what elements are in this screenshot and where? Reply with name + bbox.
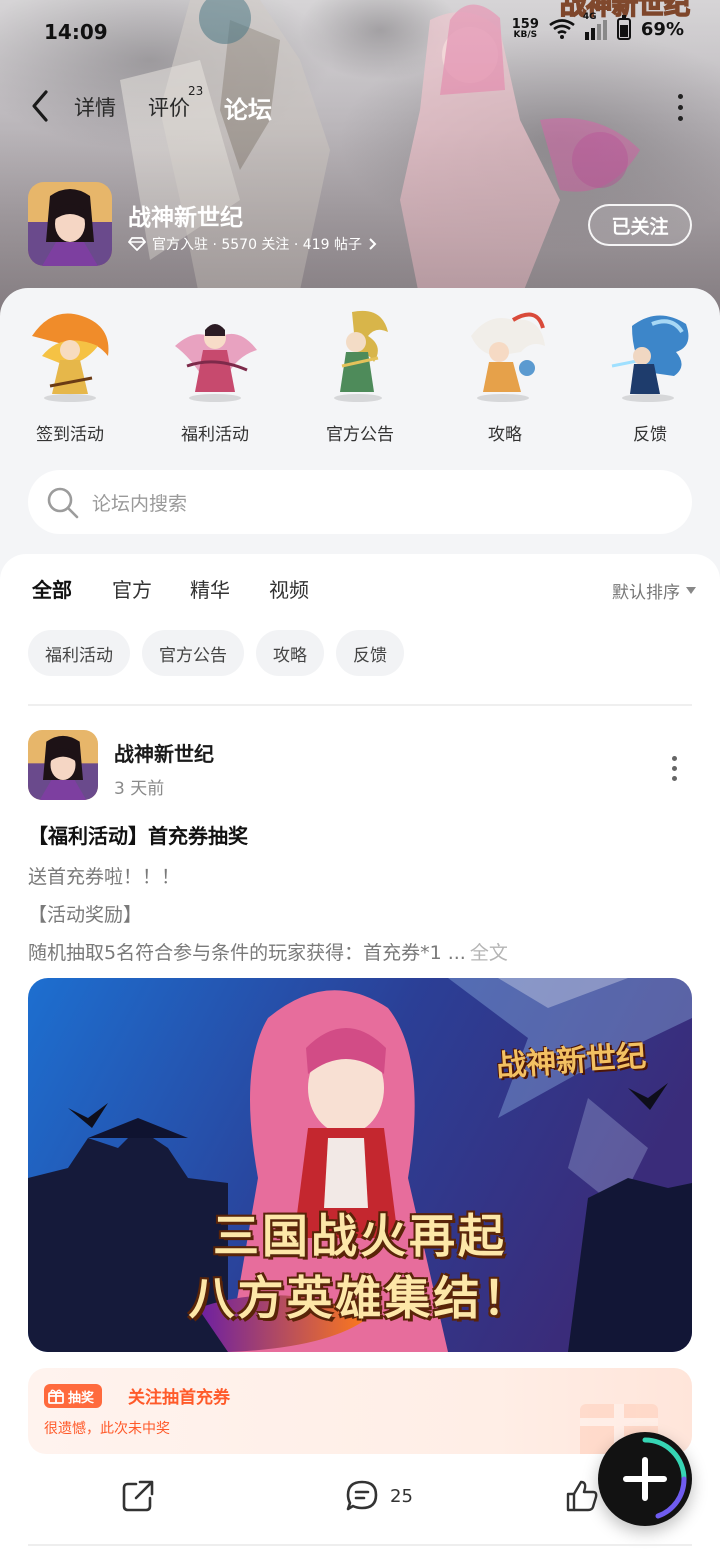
post-more-icon[interactable] [670,756,678,781]
battery-level: 69% [640,18,684,40]
comment-count: 25 [390,1485,413,1507]
thumbs-up-icon [566,1480,598,1512]
tab-forum[interactable]: 论坛 [224,90,272,131]
top-nav: 详情 评价 23 论坛 [0,80,720,132]
wifi-icon [549,19,575,39]
like-button[interactable] [564,1478,600,1514]
net-speed: 159 KB/S [511,17,539,40]
game-meta-text: 官方入驻 · 5570 关注 · 419 帖子 [152,237,362,253]
category-guides[interactable]: 攻略 [435,306,575,445]
banner-headline-2: 八方英雄集结！ [188,1271,532,1325]
chip-guides[interactable]: 攻略 [256,630,324,676]
game-title: 战神新世纪 [128,205,243,231]
tab-details[interactable]: 详情 [74,92,116,122]
reviews-count-badge: 23 [188,84,204,98]
category-label: 签到活动 [36,425,104,445]
lottery-title: 关注抽首充券 [128,1388,230,1408]
status-time: 14:09 [44,20,108,44]
create-post-button[interactable] [598,1432,692,1526]
category-feedback[interactable]: 反馈 [580,306,720,445]
plus-icon [623,1437,687,1519]
lottery-tag: 抽奖 [44,1384,103,1408]
feed-tab-featured[interactable]: 精华 [190,574,230,603]
divider [28,1544,692,1546]
comment-button[interactable]: 25 [344,1478,413,1514]
category-welfare[interactable]: 福利活动 [145,306,285,445]
blue-dragon-icon [611,315,689,402]
chip-feedback[interactable]: 反馈 [336,630,404,676]
category-label: 官方公告 [326,425,394,445]
white-beast-icon [471,312,545,402]
post-body-line: 送首充券啦！！！ [28,866,181,888]
banner-headline-1: 三国战火再起 [213,1209,507,1263]
avatar[interactable] [28,730,98,800]
game-icon[interactable] [28,182,112,266]
diamond-icon [128,237,146,251]
topic-chips: 福利活动 官方公告 攻略 反馈 [28,630,404,676]
back-icon[interactable] [26,88,56,124]
category-label: 攻略 [488,425,522,445]
post-actions: 25 [28,1478,692,1528]
gift-icon [48,1389,64,1404]
game-info: 战神新世纪 官方入驻 · 5570 关注 · 419 帖子 已关注 [28,182,692,268]
feed-tab-official[interactable]: 官方 [112,574,152,603]
read-more-link[interactable]: 全文 [470,942,508,964]
more-options-icon[interactable] [676,94,684,121]
tab-reviews[interactable]: 评价 [148,92,190,122]
lottery-result: 很遗憾，此次未中奖 [44,1421,170,1437]
post-body-line: 【活动奖励】 [28,904,143,926]
feed-tab-all[interactable]: 全部 [32,574,72,607]
dragon-warrior-icon [334,310,388,402]
sort-label: 默认排序 [612,583,680,603]
battery-icon [616,15,631,40]
header-hero: 战神新世纪 14:09 159 KB/S 4G 69% [0,0,720,320]
forum-feed: 全部 官方 精华 视频 默认排序 福利活动 官方公告 攻略 反馈 战神新世纪 3… [0,554,720,1560]
caret-down-icon [686,587,696,594]
divider [28,704,692,706]
category-label: 反馈 [633,425,667,445]
category-label: 福利活动 [181,425,249,445]
game-stats[interactable]: 官方入驻 · 5570 关注 · 419 帖子 [128,234,378,254]
share-icon [122,1480,154,1512]
category-announcements[interactable]: 官方公告 [290,306,430,445]
category-checkin[interactable]: 签到活动 [0,306,140,445]
post-body-line: 随机抽取5名符合参与条件的玩家获得：首充券*1 ... 全文 [28,942,508,964]
search-input[interactable]: 论坛内搜索 [92,489,187,516]
main-panel: 签到活动 福利活动 官方公告 攻略 反馈 论坛内搜索 全部 官方 精华 视频 默… [0,288,720,1560]
lottery-card[interactable]: 抽奖 关注抽首充券 很遗憾，此次未中奖 [28,1368,692,1454]
follow-button[interactable]: 已关注 [588,204,692,246]
post-time: 3 天前 [114,779,165,799]
chevron-right-icon [369,238,377,250]
chip-announcements[interactable]: 官方公告 [142,630,244,676]
chip-welfare[interactable]: 福利活动 [28,630,130,676]
share-button[interactable] [120,1478,156,1514]
post-title[interactable]: 【福利活动】首充券抽奖 [28,820,248,849]
signal-icon: 4G [583,12,607,40]
feed-tab-video[interactable]: 视频 [269,574,309,603]
category-shortcuts: 签到活动 福利活动 官方公告 攻略 反馈 [0,306,720,446]
sort-dropdown[interactable]: 默认排序 [612,578,696,603]
comment-icon [346,1480,378,1511]
post-author[interactable]: 战神新世纪 [114,738,214,767]
phoenix-hero-icon [32,313,109,402]
dancer-hero-icon [175,324,257,402]
search-icon [47,487,79,519]
post-image[interactable]: 战神新世纪 三国战火再起 八方英雄集结！ [28,978,692,1352]
search-bar[interactable]: 论坛内搜索 [28,470,692,534]
status-bar: 14:09 159 KB/S 4G 69% [0,0,720,64]
